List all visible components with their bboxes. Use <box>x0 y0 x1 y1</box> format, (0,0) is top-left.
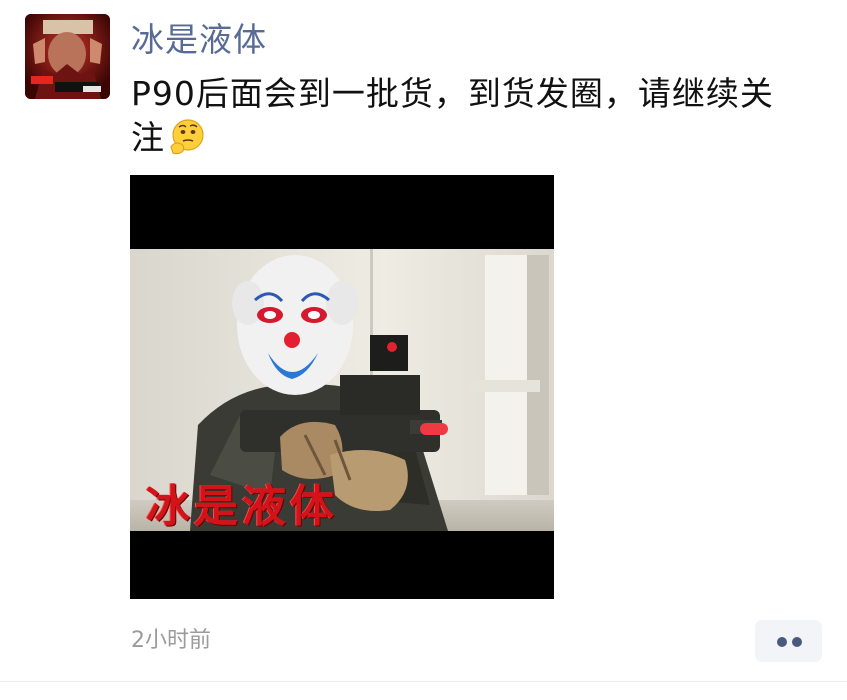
more-dot-icon <box>792 637 802 647</box>
author-avatar[interactable] <box>25 14 110 99</box>
author-name[interactable]: 冰是液体 <box>131 18 267 62</box>
post-image[interactable]: 冰是液体 <box>130 175 554 599</box>
post-text-body: P90后面会到一批货，到货发圈，请继续关注 <box>131 74 774 157</box>
more-options-button[interactable] <box>755 620 822 662</box>
moments-post: 冰是液体 P90后面会到一批货，到货发圈，请继续关注 冰是液体 2小时前 <box>0 0 847 700</box>
post-image-graphic <box>130 175 554 599</box>
post-text: P90后面会到一批货，到货发圈，请继续关注 <box>131 72 791 160</box>
image-watermark: 冰是液体 <box>146 481 338 532</box>
more-dot-icon <box>777 637 787 647</box>
thinking-face-emoji-icon <box>167 117 207 157</box>
post-timestamp: 2小时前 <box>131 628 211 653</box>
post-divider <box>0 681 847 682</box>
avatar-image <box>25 14 110 99</box>
